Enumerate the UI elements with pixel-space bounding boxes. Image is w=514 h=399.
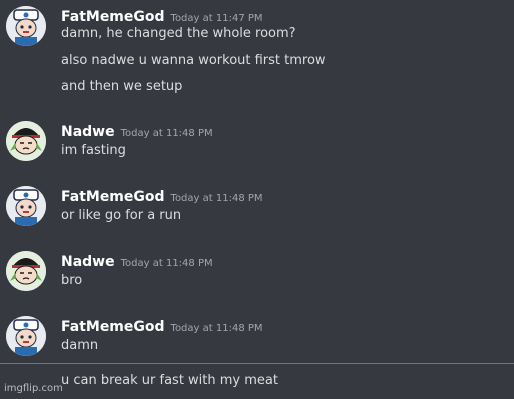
avatar[interactable] <box>6 121 46 161</box>
username[interactable]: Nadwe <box>61 254 115 270</box>
message-header: FatMemeGod Today at 11:47 PM <box>61 6 263 25</box>
message-header: FatMemeGod Today at 11:48 PM <box>61 316 263 335</box>
avatar[interactable] <box>6 6 46 46</box>
message-text: im fasting <box>61 143 126 158</box>
message-header: Nadwe Today at 11:48 PM <box>61 251 213 270</box>
message-text: or like go for a run <box>61 208 182 223</box>
username[interactable]: FatMemeGod <box>61 189 165 205</box>
message-text: damn <box>61 338 99 353</box>
user-avatar-icon <box>6 251 46 291</box>
message-header: FatMemeGod Today at 11:48 PM <box>61 186 263 205</box>
timestamp: Today at 11:48 PM <box>120 128 213 139</box>
new-messages-divider <box>0 363 514 364</box>
timestamp: Today at 11:47 PM <box>170 13 263 24</box>
user-avatar-icon <box>6 121 46 161</box>
message-text: bro <box>61 273 83 288</box>
message-header: Nadwe Today at 11:48 PM <box>61 121 213 140</box>
watermark: imgflip.com <box>4 383 63 394</box>
message-text: u can break ur fast with my meat <box>61 373 278 388</box>
user-avatar-icon <box>6 6 46 46</box>
timestamp: Today at 11:48 PM <box>120 258 213 269</box>
chat-message-list: FatMemeGod Today at 11:47 PM damn, he cha… <box>0 0 514 399</box>
user-avatar-icon <box>6 186 46 226</box>
username[interactable]: FatMemeGod <box>61 9 165 25</box>
timestamp: Today at 11:48 PM <box>170 193 263 204</box>
user-avatar-icon <box>6 316 46 356</box>
avatar[interactable] <box>6 316 46 356</box>
username[interactable]: Nadwe <box>61 124 115 140</box>
message-text: also nadwe u wanna workout first tmrow <box>61 53 326 68</box>
username[interactable]: FatMemeGod <box>61 319 165 335</box>
avatar[interactable] <box>6 186 46 226</box>
message-text: damn, he changed the whole room? <box>61 26 296 41</box>
timestamp: Today at 11:48 PM <box>170 323 263 334</box>
message-text: and then we setup <box>61 79 183 94</box>
avatar[interactable] <box>6 251 46 291</box>
